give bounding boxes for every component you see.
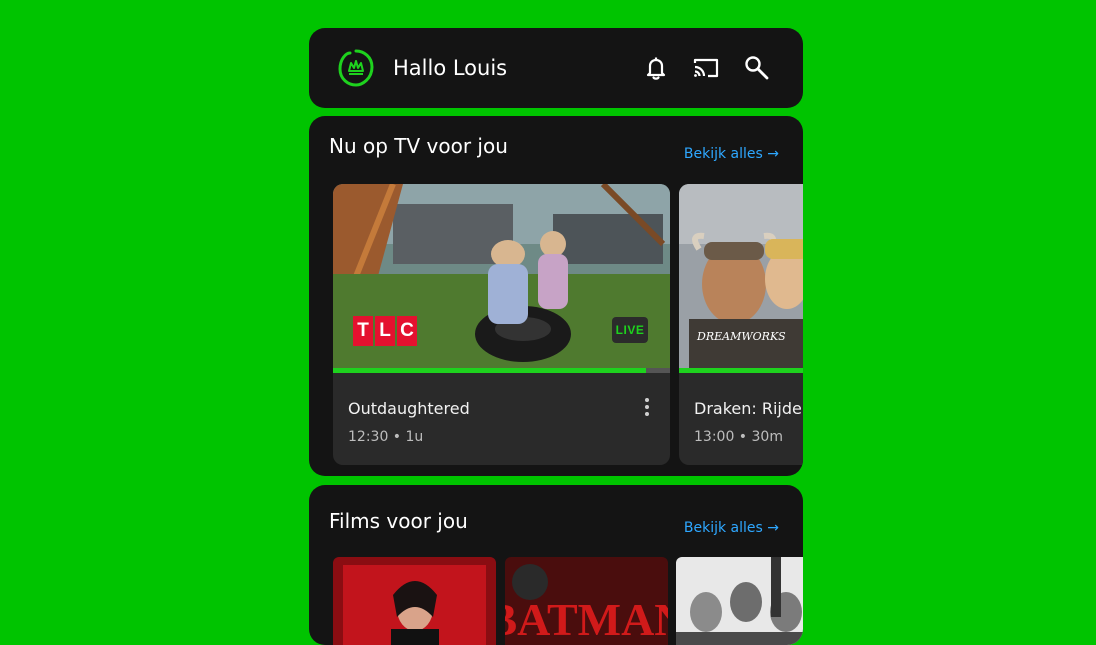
progress-fill (679, 368, 803, 373)
film-poster[interactable] (333, 557, 496, 645)
more-options-icon[interactable] (644, 398, 650, 418)
film-poster[interactable] (676, 557, 803, 645)
greeting: Hallo Louis (393, 56, 508, 80)
see-all-link[interactable]: Bekijk alles → (684, 145, 779, 163)
progress-fill (333, 368, 647, 373)
see-all-link[interactable]: Bekijk alles → (684, 519, 779, 537)
section-title: Nu op TV voor jou (329, 134, 508, 158)
progress-bar (679, 368, 803, 373)
program-card[interactable]: TLC LIVE Outdaughtered 12:30 • 1u (333, 184, 670, 465)
dreamworks-logo: DREAMWORKS (697, 330, 786, 343)
program-meta: 12:30 • 1u (348, 429, 424, 445)
program-title: Outdaughtered (348, 399, 470, 418)
bell-icon[interactable] (642, 54, 670, 82)
program-meta: 13:00 • 30m (694, 429, 783, 445)
tlc-channel-logo: TLC (353, 316, 417, 346)
tv-section: Nu op TV voor jou Bekijk alles → TLC LIV… (309, 116, 803, 476)
section-title: Films voor jou (329, 509, 468, 533)
film-poster[interactable]: BATMAN (505, 557, 668, 645)
live-badge: LIVE (612, 317, 648, 343)
program-card[interactable]: DREAMWORKS Draken: Rijders van Berk 13:0… (679, 184, 803, 465)
progress-bar (333, 368, 670, 373)
cast-icon[interactable] (692, 54, 720, 82)
kpn-logo-icon[interactable] (336, 47, 376, 89)
poster-title-text: BATMAN (505, 594, 668, 645)
search-icon[interactable] (743, 54, 771, 82)
header-bar: Hallo Louis (309, 28, 803, 108)
films-section: Films voor jou Bekijk alles → BATMAN (309, 485, 803, 645)
program-title: Draken: Rijders van Berk (694, 399, 803, 418)
